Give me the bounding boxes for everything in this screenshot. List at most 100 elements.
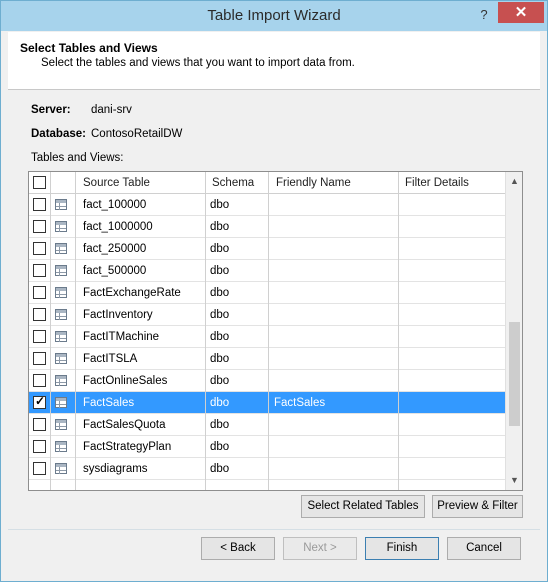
table-icon xyxy=(55,397,67,408)
source-table-cell: FactITSLA xyxy=(83,353,138,365)
column-header-source-table[interactable]: Source Table xyxy=(83,177,150,189)
table-row[interactable]: FactStrategyPlan dbo xyxy=(29,436,505,458)
schema-cell: dbo xyxy=(210,243,230,255)
header-title: Select Tables and Views xyxy=(20,41,158,55)
table-row[interactable]: fact_1000000 dbo xyxy=(29,216,505,238)
schema-cell: dbo xyxy=(210,375,230,387)
row-checkbox[interactable] xyxy=(33,330,46,343)
table-row[interactable]: fact_250000 dbo xyxy=(29,238,505,260)
table-row[interactable]: fact_500000 dbo xyxy=(29,260,505,282)
header-subtitle: Select the tables and views that you wan… xyxy=(41,57,355,69)
source-table-cell: fact_100000 xyxy=(83,199,147,211)
source-table-cell: fact_1000000 xyxy=(83,221,153,233)
schema-cell: dbo xyxy=(210,199,230,211)
column-separator xyxy=(75,172,76,490)
source-table-cell: FactOnlineSales xyxy=(83,375,168,387)
back-button[interactable]: < Back xyxy=(201,537,275,560)
select-all-checkbox[interactable] xyxy=(33,176,46,189)
column-separator xyxy=(398,172,399,490)
header-panel: Select Tables and Views Select the table… xyxy=(8,32,540,90)
tables-views-label: Tables and Views: xyxy=(31,152,124,164)
source-table-cell: sysdiagrams xyxy=(83,463,148,475)
scroll-up-arrow-icon[interactable]: ▲ xyxy=(506,173,522,190)
row-checkbox[interactable] xyxy=(33,352,46,365)
select-related-tables-button[interactable]: Select Related Tables xyxy=(301,495,425,518)
table-icon xyxy=(55,199,67,210)
schema-cell: dbo xyxy=(210,265,230,277)
vertical-scrollbar[interactable]: ▲ ▼ xyxy=(505,172,522,490)
table-icon xyxy=(55,221,67,232)
friendly-name-cell[interactable]: FactSales xyxy=(274,397,325,409)
grid-header: Source Table Schema Friendly Name Filter… xyxy=(29,172,505,194)
row-checkbox[interactable] xyxy=(33,220,46,233)
footer-divider xyxy=(8,529,540,530)
table-icon xyxy=(55,309,67,320)
row-checkbox[interactable] xyxy=(33,198,46,211)
table-icon xyxy=(55,441,67,452)
row-checkbox[interactable] xyxy=(33,308,46,321)
table-icon xyxy=(55,419,67,430)
table-row[interactable]: FactITSLA dbo xyxy=(29,348,505,370)
source-table-cell: fact_250000 xyxy=(83,243,147,255)
schema-cell: dbo xyxy=(210,441,230,453)
schema-cell: dbo xyxy=(210,287,230,299)
schema-cell: dbo xyxy=(210,331,230,343)
column-header-filter-details[interactable]: Filter Details xyxy=(405,177,469,189)
server-label: Server: xyxy=(31,104,71,116)
server-value: dani-srv xyxy=(91,104,132,116)
source-table-cell: fact_500000 xyxy=(83,265,147,277)
schema-cell: dbo xyxy=(210,221,230,233)
column-separator xyxy=(268,172,269,490)
column-separator xyxy=(205,172,206,490)
source-table-cell: FactInventory xyxy=(83,309,153,321)
table-row[interactable]: FactSalesQuota dbo xyxy=(29,414,505,436)
scroll-down-arrow-icon[interactable]: ▼ xyxy=(506,472,522,489)
row-checkbox[interactable] xyxy=(33,394,46,409)
next-button[interactable]: Next > xyxy=(283,537,357,560)
table-row[interactable]: fact_100000 dbo xyxy=(29,194,505,216)
column-header-friendly-name[interactable]: Friendly Name xyxy=(276,177,351,189)
table-icon xyxy=(55,243,67,254)
schema-cell: dbo xyxy=(210,419,230,431)
table-icon xyxy=(55,265,67,276)
schema-cell: dbo xyxy=(210,353,230,365)
row-checkbox[interactable] xyxy=(33,440,46,453)
schema-cell: dbo xyxy=(210,463,230,475)
column-header-schema[interactable]: Schema xyxy=(212,177,254,189)
schema-cell: dbo xyxy=(210,309,230,321)
window-title: Table Import Wizard xyxy=(207,7,341,24)
table-row[interactable]: FactITMachine dbo xyxy=(29,326,505,348)
table-row[interactable]: FactOnlineSales dbo xyxy=(29,370,505,392)
row-checkbox[interactable] xyxy=(33,242,46,255)
table-row[interactable]: FactSales dbo FactSales xyxy=(29,392,505,414)
source-table-cell: FactITMachine xyxy=(83,331,160,343)
help-button[interactable]: ? xyxy=(471,5,497,25)
table-row[interactable]: FactExchangeRate dbo xyxy=(29,282,505,304)
table-icon xyxy=(55,287,67,298)
row-checkbox[interactable] xyxy=(33,418,46,431)
table-row[interactable]: FactInventory dbo xyxy=(29,304,505,326)
database-value: ContosoRetailDW xyxy=(91,128,183,140)
table-icon xyxy=(55,463,67,474)
scroll-thumb[interactable] xyxy=(509,322,520,426)
row-checkbox[interactable] xyxy=(33,462,46,475)
table-row[interactable]: sysdiagrams dbo xyxy=(29,458,505,480)
database-label: Database: xyxy=(31,128,86,140)
finish-button[interactable]: Finish xyxy=(365,537,439,560)
title-bar[interactable]: Table Import Wizard ? ✕ xyxy=(1,1,547,31)
preview-filter-button[interactable]: Preview & Filter xyxy=(432,495,523,518)
column-separator xyxy=(50,172,51,490)
cancel-button[interactable]: Cancel xyxy=(447,537,521,560)
table-icon xyxy=(55,375,67,386)
table-import-wizard-window: Table Import Wizard ? ✕ Select Tables an… xyxy=(0,0,548,582)
table-icon xyxy=(55,331,67,342)
close-button[interactable]: ✕ xyxy=(498,2,544,23)
row-checkbox[interactable] xyxy=(33,286,46,299)
source-table-cell: FactExchangeRate xyxy=(83,287,181,299)
row-checkbox[interactable] xyxy=(33,374,46,387)
source-table-cell: FactSalesQuota xyxy=(83,419,166,431)
row-checkbox[interactable] xyxy=(33,264,46,277)
schema-cell: dbo xyxy=(210,397,230,409)
tables-grid[interactable]: Source Table Schema Friendly Name Filter… xyxy=(28,171,523,491)
source-table-cell: FactSales xyxy=(83,397,135,409)
